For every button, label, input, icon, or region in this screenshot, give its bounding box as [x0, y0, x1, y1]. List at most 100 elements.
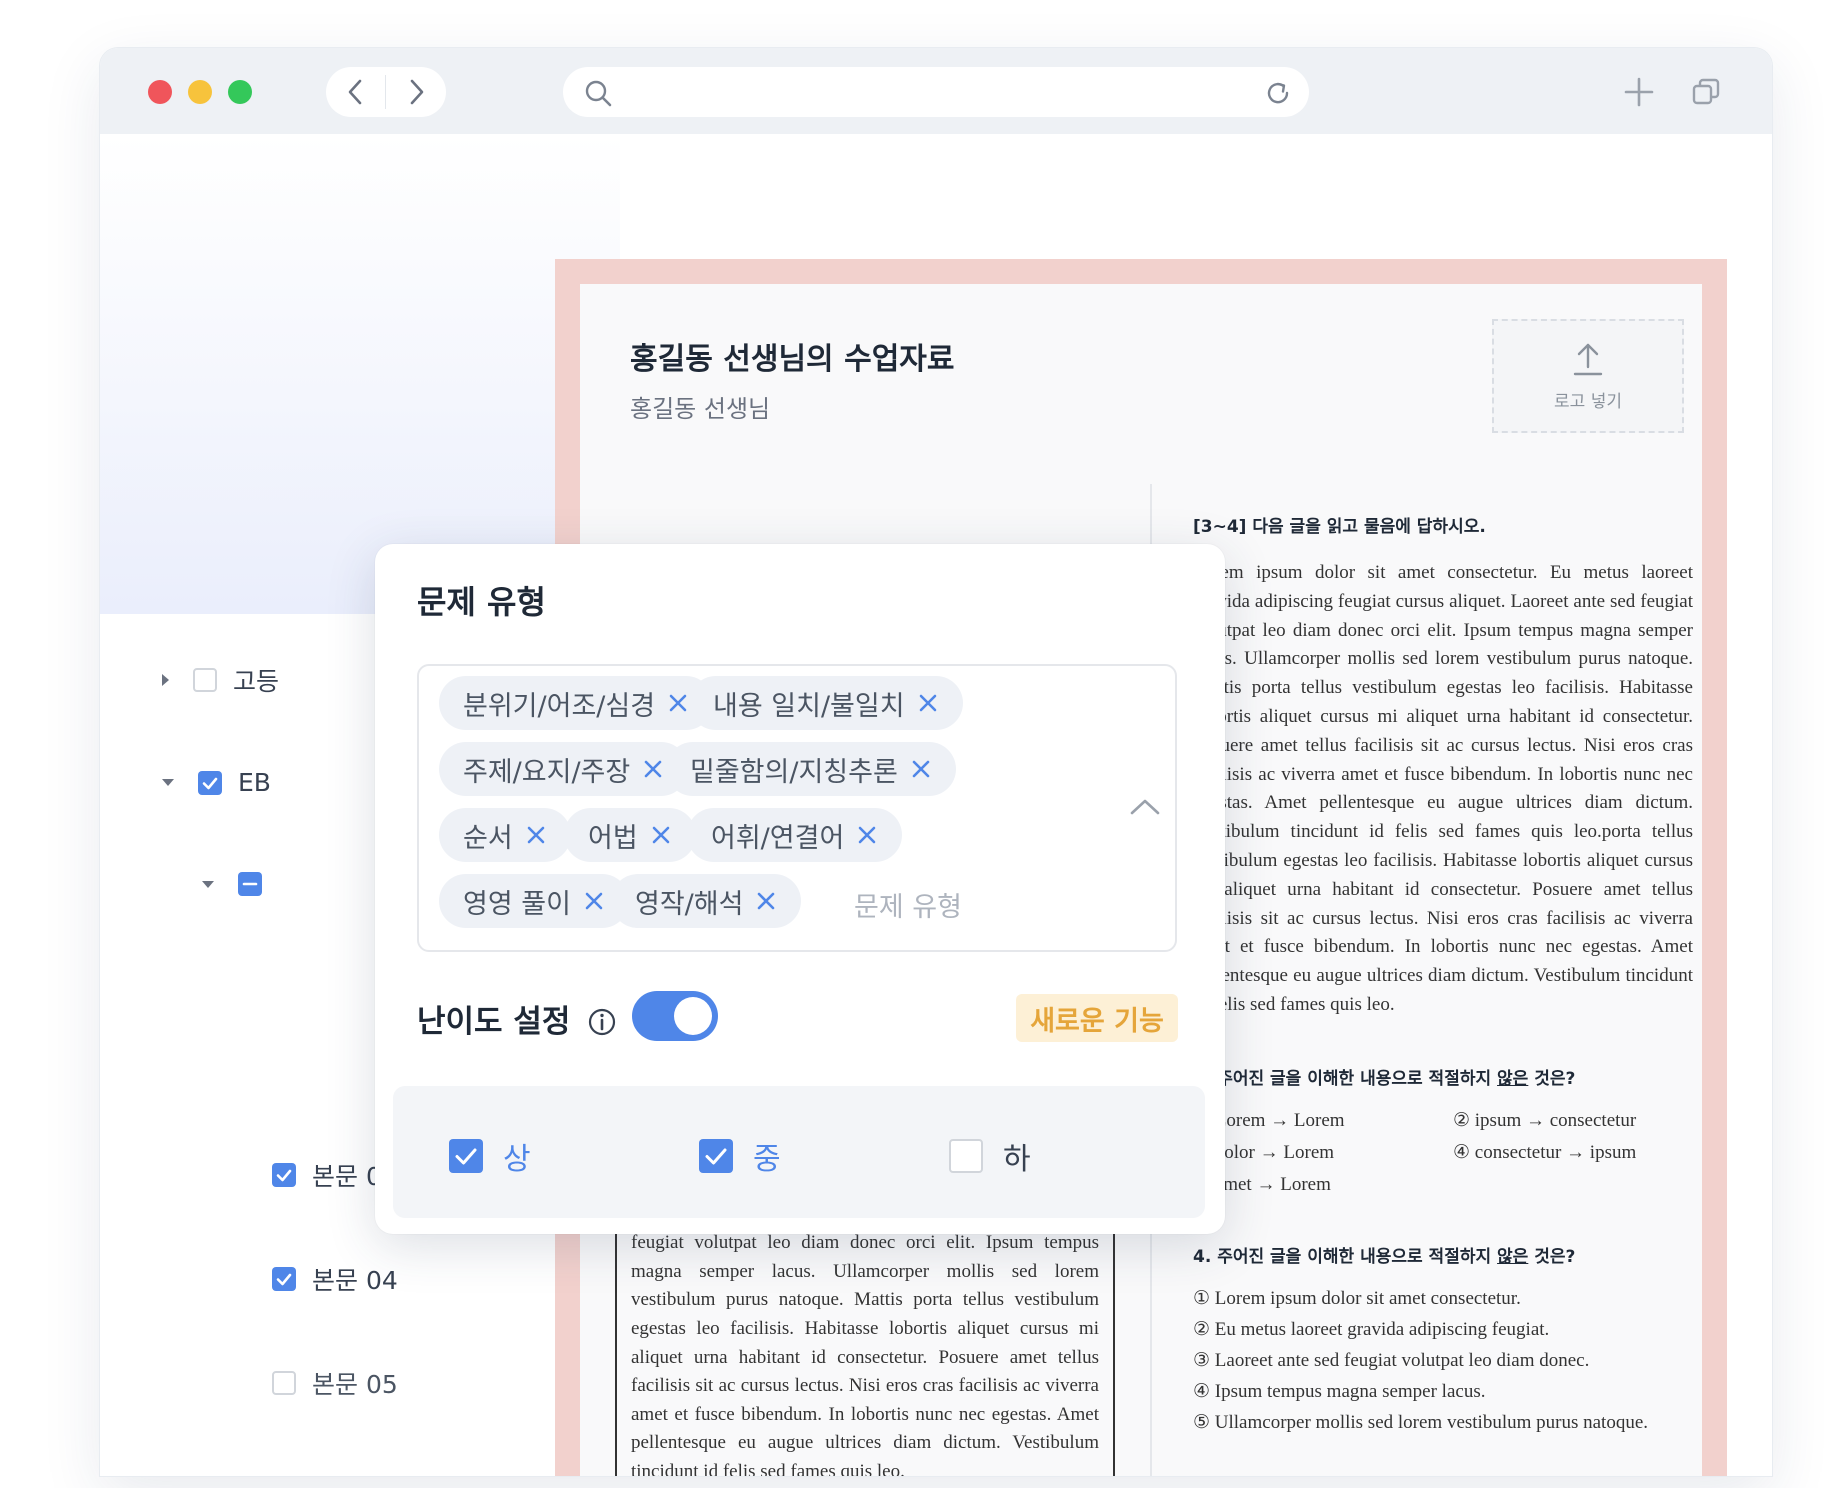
- popup-title: 문제 유형: [417, 583, 546, 621]
- page-content: 고등 EB 본문 03 본문 04 본문 05 홍길동 선생님의 수업자료 홍길…: [100, 134, 1772, 1476]
- chevron-up-icon[interactable]: [1128, 796, 1162, 818]
- check-icon: [202, 777, 218, 789]
- tree-item-label: EB: [238, 768, 271, 797]
- remove-tag-button[interactable]: [583, 890, 605, 912]
- info-icon[interactable]: [587, 1007, 617, 1037]
- checkbox[interactable]: [272, 1371, 296, 1395]
- close-icon: [652, 826, 669, 844]
- remove-tag-button[interactable]: [642, 758, 664, 780]
- option: ③ Laoreet ante sed feugiat volutpat leo …: [1193, 1349, 1590, 1371]
- search-icon: [585, 80, 612, 107]
- option: ④ Ipsum tempus magna semper lacus.: [1193, 1380, 1486, 1402]
- question-4-title: 4. 주어진 글을 이해한 내용으로 적절하지 않은 것은?: [1193, 1246, 1576, 1267]
- tag-chip: 영영 풀이: [439, 874, 629, 928]
- reading-paragraph: Lorem ipsum dolor sit amet consectetur. …: [1193, 562, 1693, 1015]
- difficulty-levels: 상 중 하: [393, 1086, 1205, 1218]
- checkbox-indeterminate[interactable]: [238, 872, 262, 896]
- new-tab-icon[interactable]: [1622, 75, 1656, 109]
- tabs-overview-icon[interactable]: [1690, 76, 1722, 108]
- close-icon: [919, 694, 936, 712]
- question-type-select[interactable]: 분위기/어조/심경 내용 일치/불일치 주제/요지/주장 밑줄함의/지칭추론 순…: [417, 664, 1177, 952]
- tree-item-label: 본문 05: [312, 1370, 398, 1399]
- remove-tag-button[interactable]: [755, 890, 777, 912]
- close-window-button[interactable]: [148, 80, 172, 104]
- checkbox[interactable]: [272, 1163, 296, 1187]
- zoom-window-button[interactable]: [228, 80, 252, 104]
- tag-chip: 어법: [564, 808, 696, 862]
- difficulty-toggle[interactable]: [632, 991, 718, 1041]
- add-logo-label: 로고 넣기: [1554, 391, 1622, 412]
- level-high-option[interactable]: 상: [449, 1134, 531, 1178]
- tree-item-passage-04[interactable]: 본문 04: [272, 1261, 398, 1297]
- checkbox[interactable]: [949, 1139, 983, 1173]
- checkbox[interactable]: [198, 770, 222, 795]
- browser-window: 고등 EB 본문 03 본문 04 본문 05 홍길동 선생님의 수업자료 홍길…: [100, 48, 1772, 1476]
- browser-toolbar: [100, 48, 1772, 134]
- option: ③ dolor → Lorem: [1193, 1141, 1335, 1163]
- new-feature-badge: 새로운 기능: [1016, 994, 1178, 1042]
- minimize-window-button[interactable]: [188, 80, 212, 104]
- caret-down-icon[interactable]: [202, 880, 214, 888]
- remove-tag-button[interactable]: [667, 692, 689, 714]
- close-icon: [912, 760, 930, 778]
- chevron-left-icon: [348, 79, 362, 105]
- question-4-options: ① Lorem ipsum dolor sit amet consectetur…: [1193, 1287, 1693, 1434]
- difficulty-setting-label: 난이도 설정: [417, 996, 617, 1041]
- tag-chip: 순서: [439, 808, 571, 862]
- reload-icon[interactable]: [1263, 78, 1293, 108]
- close-icon: [585, 892, 603, 910]
- check-icon: [705, 1148, 727, 1165]
- checkbox[interactable]: [272, 1267, 296, 1291]
- remove-tag-button[interactable]: [650, 824, 672, 846]
- close-icon: [858, 826, 876, 844]
- remove-tag-button[interactable]: [910, 758, 932, 780]
- tag-input-placeholder[interactable]: 문제 유형: [854, 885, 962, 924]
- tree-item-passage-05[interactable]: 본문 05: [272, 1365, 398, 1401]
- check-icon: [276, 1169, 292, 1182]
- checkbox[interactable]: [449, 1139, 483, 1173]
- question-type-popup: 문제 유형 분위기/어조/심경 내용 일치/불일치 주제/요지/주장 밑줄함의/…: [375, 544, 1225, 1234]
- address-bar[interactable]: [563, 67, 1309, 117]
- close-icon: [644, 760, 662, 778]
- tree-item-sub[interactable]: [202, 872, 278, 896]
- option: ② ipsum → consectetur: [1453, 1109, 1637, 1131]
- caret-down-icon[interactable]: [162, 779, 174, 786]
- history-nav: [326, 67, 446, 117]
- close-icon: [527, 826, 544, 844]
- level-low-option[interactable]: 하: [949, 1134, 1031, 1178]
- option: ① Lorem → Lorem: [1193, 1109, 1345, 1131]
- close-icon: [669, 694, 687, 712]
- level-label: 중: [753, 1142, 781, 1177]
- checkbox[interactable]: [699, 1139, 733, 1173]
- chevron-right-icon: [410, 79, 424, 105]
- tag-chip: 어휘/연결어: [687, 808, 903, 862]
- tree-item-label: 고등: [233, 667, 280, 696]
- level-mid-option[interactable]: 중: [699, 1134, 781, 1178]
- question-instruction: [3~4] 다음 글을 읽고 물음에 답하시오.: [1193, 517, 1486, 537]
- worksheet-title: 홍길동 선생님의 수업자료: [630, 342, 955, 377]
- option: ① Lorem ipsum dolor sit amet consectetur…: [1193, 1287, 1521, 1309]
- tree-item-eb[interactable]: EB: [162, 768, 271, 797]
- check-icon: [455, 1148, 477, 1165]
- remove-tag-button[interactable]: [917, 692, 939, 714]
- toggle-knob: [674, 997, 712, 1035]
- option: ② Eu metus laoreet gravida adipiscing fe…: [1193, 1318, 1550, 1340]
- forward-button[interactable]: [387, 67, 446, 117]
- remove-tag-button[interactable]: [525, 824, 547, 846]
- level-label: 하: [1003, 1142, 1031, 1177]
- back-button[interactable]: [326, 67, 385, 117]
- check-icon: [276, 1273, 292, 1286]
- option: ④ consectetur → ipsum: [1453, 1141, 1637, 1163]
- tree-item-high[interactable]: 고등: [162, 662, 279, 698]
- tag-chip: 분위기/어조/심경: [439, 676, 714, 730]
- question-3-title: 3. 주어진 글을 이해한 내용으로 적절하지 않은 것은?: [1193, 1068, 1576, 1089]
- remove-tag-button[interactable]: [856, 824, 878, 846]
- question-3-options: ① Lorem → Lorem ② ipsum → consectetur ③ …: [1193, 1109, 1693, 1196]
- questions-column: [3~4] 다음 글을 읽고 물음에 답하시오. Lorem ipsum dol…: [1193, 512, 1693, 1434]
- add-logo-button[interactable]: 로고 넣기: [1492, 319, 1684, 433]
- tag-chip: 주제/요지/주장: [439, 742, 689, 796]
- checkbox[interactable]: [193, 668, 217, 692]
- sidebar-background: [100, 134, 620, 614]
- caret-right-icon[interactable]: [162, 674, 169, 686]
- close-icon: [758, 892, 775, 910]
